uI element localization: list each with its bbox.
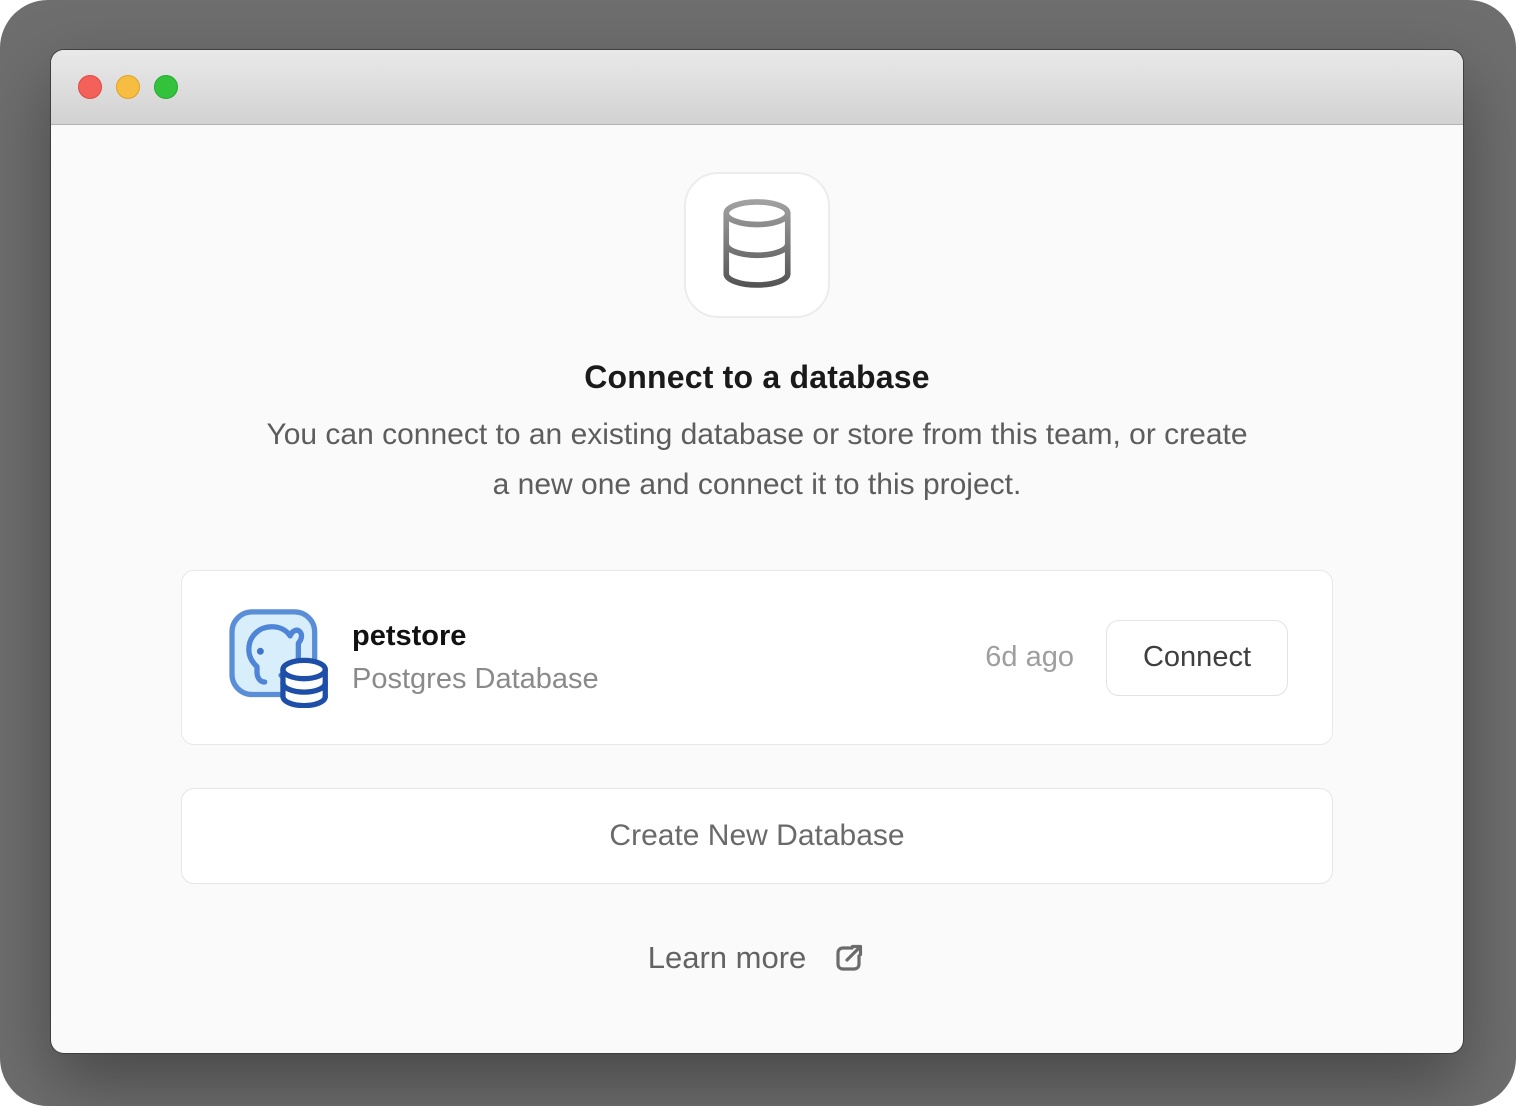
window-titlebar xyxy=(51,50,1463,125)
minimize-button[interactable] xyxy=(116,75,140,99)
connect-button[interactable]: Connect xyxy=(1106,620,1288,696)
learn-more-link[interactable]: Learn more xyxy=(648,940,867,976)
window-controls xyxy=(78,75,178,99)
create-new-database-button[interactable]: Create New Database xyxy=(181,788,1333,884)
database-list-item: petstore Postgres Database 6d ago Connec… xyxy=(181,570,1333,745)
dialog-window: Connect to a database You can connect to… xyxy=(51,50,1463,1053)
external-link-icon xyxy=(832,941,866,975)
dialog-description: You can connect to an existing database … xyxy=(262,410,1252,510)
database-type: Postgres Database xyxy=(352,663,599,696)
learn-more-label: Learn more xyxy=(648,940,807,976)
dialog-title: Connect to a database xyxy=(584,359,930,396)
last-used-timestamp: 6d ago xyxy=(985,641,1074,674)
zoom-button[interactable] xyxy=(154,75,178,99)
database-name: petstore xyxy=(352,620,599,653)
database-icon xyxy=(684,172,830,318)
desktop-backdrop: Connect to a database You can connect to… xyxy=(0,0,1516,1106)
database-info: petstore Postgres Database xyxy=(352,620,599,696)
dialog-content: Connect to a database You can connect to… xyxy=(51,125,1463,1052)
postgres-elephant-database-icon xyxy=(228,608,336,708)
close-button[interactable] xyxy=(78,75,102,99)
